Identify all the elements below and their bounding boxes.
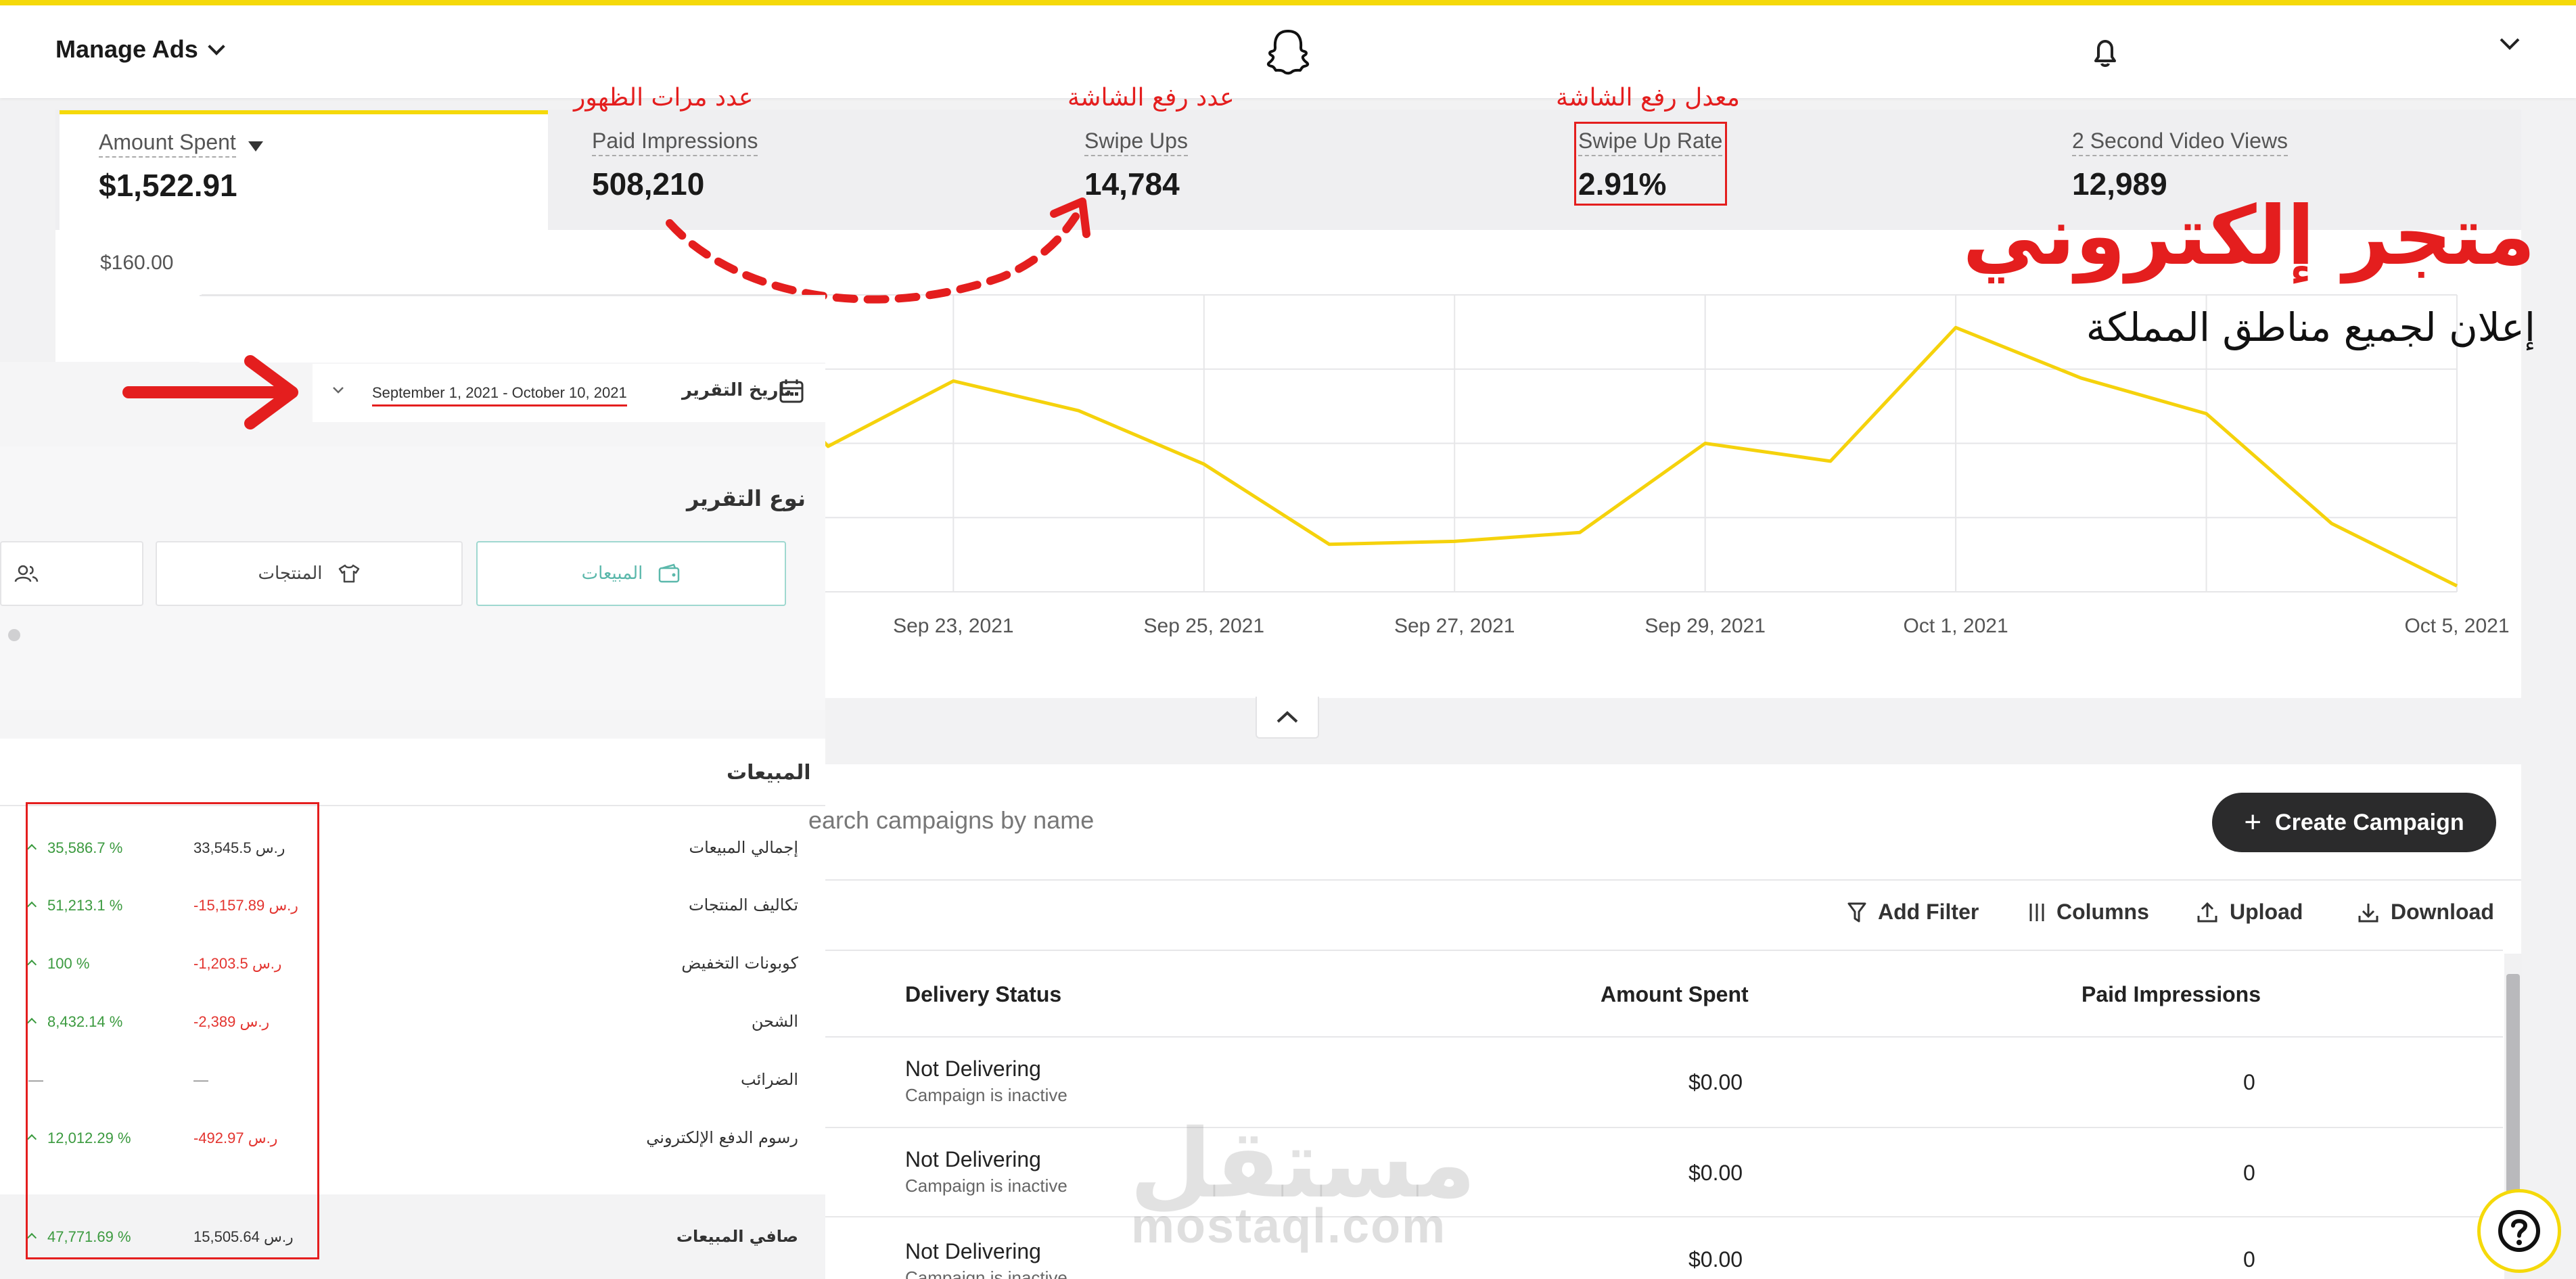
row-status-sub: Campaign is inactive — [905, 1176, 1067, 1196]
net-label: صافي المبيعات — [676, 1227, 798, 1246]
row-spent: $0.00 — [1688, 1070, 1743, 1094]
download-label: Download — [2391, 900, 2494, 924]
pager-dot[interactable] — [8, 629, 20, 641]
row-label: إجمالي المبيعات — [689, 838, 798, 857]
manage-ads-menu[interactable]: Manage Ads — [55, 35, 225, 64]
report-type-customers-button[interactable] — [0, 541, 143, 606]
metric-swipe-up-rate[interactable]: Swipe Up Rate 2.91% — [1578, 129, 1723, 202]
table-row[interactable]: Not Delivering Campaign is inactive $0.0… — [825, 1128, 2503, 1216]
shirt-icon — [338, 564, 359, 583]
watermark-latin: mostaql.com — [1131, 1199, 1447, 1253]
x-tick-label: Oct 5, 2021 — [2404, 615, 2509, 637]
row-spent: $0.00 — [1688, 1247, 1743, 1272]
date-dropdown-chevron-icon[interactable] — [331, 386, 345, 398]
wallet-icon — [659, 563, 680, 583]
col-amount-spent[interactable]: Amount Spent — [1601, 982, 1749, 1007]
add-filter-button[interactable]: Add Filter — [1847, 900, 1979, 925]
col-paid-impressions[interactable]: Paid Impressions — [2082, 982, 2261, 1007]
manage-ads-label: Manage Ads — [55, 35, 198, 63]
metric-amount-spent[interactable]: Amount Spent $1,522.91 — [99, 130, 263, 204]
y-axis-top-tick: $160.00 — [100, 252, 174, 274]
upload-icon — [2197, 902, 2217, 922]
x-tick-label: Sep 25, 2021 — [1144, 615, 1265, 637]
account-chevron-down-icon[interactable] — [2498, 32, 2521, 59]
table-row[interactable]: Not Delivering Campaign is inactive $0.0… — [825, 1217, 2503, 1279]
filter-icon — [1847, 902, 1866, 922]
headline-title: متجر إلكتروني — [1962, 189, 2535, 283]
campaign-search-input[interactable]: earch campaigns by name — [808, 806, 1094, 835]
question-icon — [2498, 1210, 2540, 1252]
users-icon — [14, 565, 39, 582]
col-delivery-status[interactable]: Delivery Status — [905, 982, 1061, 1007]
row-status: Not Delivering — [905, 1056, 1041, 1081]
metric-value: $1,522.91 — [99, 168, 237, 203]
row-impressions: 0 — [2243, 1161, 2255, 1185]
columns-label: Columns — [2056, 900, 2149, 924]
row-label: الشحن — [751, 1012, 798, 1031]
annotation-red-arrow — [122, 355, 298, 429]
report-date-label: تاريخ التقرير — [682, 380, 792, 400]
chevron-down-icon — [207, 38, 225, 55]
bell-icon[interactable] — [2090, 37, 2120, 72]
columns-icon — [2029, 903, 2044, 921]
create-campaign-button[interactable]: + Create Campaign — [2212, 793, 2496, 852]
sales-highlight-box — [26, 802, 319, 1259]
metric-label: Paid Impressions — [592, 129, 758, 156]
headline-subtitle: إعلان لجميع مناطق المملكة — [2086, 304, 2535, 350]
annotation-impressions: عدد مرات الظهور — [574, 84, 754, 112]
row-status-sub: Campaign is inactive — [905, 1085, 1067, 1105]
row-spent: $0.00 — [1688, 1161, 1743, 1185]
snapchat-logo[interactable] — [1265, 28, 1311, 80]
chevron-up-icon — [1276, 711, 1298, 723]
x-tick-label: Oct 1, 2021 — [1904, 615, 2008, 637]
metric-value: 2.91% — [1578, 166, 1667, 202]
help-button[interactable] — [2477, 1189, 2561, 1273]
calendar-icon — [778, 377, 805, 408]
row-impressions: 0 — [2243, 1070, 2255, 1094]
columns-button[interactable]: Columns — [2028, 900, 2149, 925]
sales-section-title: المبيعات — [727, 761, 811, 785]
add-filter-label: Add Filter — [1878, 900, 1979, 924]
row-label: كوبونات التخفيض — [681, 954, 798, 973]
plus-icon: + — [2244, 806, 2262, 839]
create-campaign-label: Create Campaign — [2275, 809, 2464, 835]
row-status-sub: Campaign is inactive — [905, 1268, 1067, 1279]
x-tick-label: Sep 29, 2021 — [1644, 615, 1766, 637]
dropdown-triangle-icon[interactable] — [248, 141, 263, 152]
upload-button[interactable]: Upload — [2196, 900, 2303, 925]
report-type-products-button[interactable]: المنتجات — [156, 541, 463, 606]
x-tick-label: Sep 23, 2021 — [893, 615, 1014, 637]
annotation-swipe-ups: عدد رفع الشاشة — [1067, 84, 1235, 112]
report-type-sales-label: المبيعات — [581, 563, 643, 584]
download-icon — [2358, 903, 2378, 922]
collapse-chart-button[interactable] — [1256, 697, 1319, 739]
upload-label: Upload — [2230, 900, 2303, 924]
report-type-title: نوع التقرير — [687, 486, 806, 511]
download-button[interactable]: Download — [2357, 900, 2494, 925]
report-type-sales-button[interactable]: المبيعات — [476, 541, 786, 606]
toolbar-divider — [825, 879, 2521, 881]
row-label: تكاليف المنتجات — [688, 896, 798, 914]
metric-label: Swipe Up Rate — [1578, 129, 1723, 156]
metric-label: Swipe Ups — [1084, 129, 1188, 156]
table-header-divider-top — [825, 950, 2503, 951]
annotation-swipe-rate: معدل رفع الشاشة — [1556, 84, 1740, 112]
row-status: Not Delivering — [905, 1239, 1041, 1263]
x-tick-label: Sep 27, 2021 — [1394, 615, 1515, 637]
row-status: Not Delivering — [905, 1147, 1041, 1171]
row-label: رسوم الدفع الإلكتروني — [646, 1128, 798, 1147]
table-row[interactable]: Not Delivering Campaign is inactive $0.0… — [825, 1038, 2503, 1125]
row-label: الضرائب — [741, 1070, 798, 1089]
row-impressions: 0 — [2243, 1247, 2255, 1272]
metric-label: 2 Second Video Views — [2072, 129, 2288, 156]
report-date-range[interactable]: September 1, 2021 - October 10, 2021 — [372, 384, 627, 406]
report-type-products-label: المنتجات — [258, 563, 323, 584]
metric-label: Amount Spent — [99, 130, 236, 158]
